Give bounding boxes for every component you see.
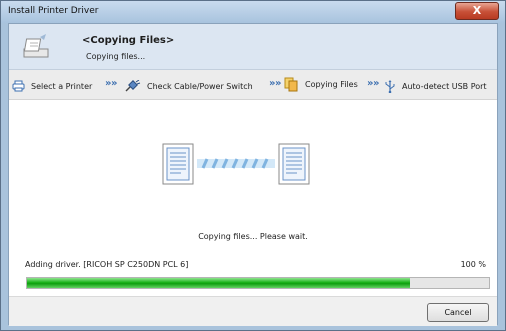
- step-label: Select a Printer: [31, 81, 93, 91]
- step-auto-detect-usb: Auto-detect USB Port: [384, 79, 487, 93]
- dialog-client-area: <Copying Files> Copying files... Select …: [8, 23, 498, 326]
- installer-window: Install Printer Driver X <Copying Files>…: [0, 0, 506, 331]
- header-title: <Copying Files>: [82, 35, 175, 46]
- file-copy-animation: [162, 143, 310, 185]
- cancel-button[interactable]: Cancel: [427, 303, 489, 322]
- close-button[interactable]: X: [455, 2, 499, 20]
- step-label: Copying Files: [305, 79, 358, 89]
- step-separator-icon: »: [111, 78, 118, 89]
- step-label: Check Cable/Power Switch: [147, 81, 253, 91]
- cable-plug-icon: [125, 80, 141, 92]
- step-header: <Copying Files> Copying files...: [9, 24, 497, 70]
- window-title: Install Printer Driver: [8, 6, 99, 16]
- progress-percent: 100 %: [460, 260, 486, 269]
- step-copying-files: Copying Files: [284, 77, 358, 91]
- dialog-footer: Cancel: [9, 296, 497, 326]
- step-label: Auto-detect USB Port: [402, 81, 487, 91]
- copy-files-icon: [284, 77, 298, 91]
- wizard-steps: Select a Printer » » Check Cable/Power S…: [9, 70, 497, 100]
- status-message: Copying files... Please wait.: [198, 232, 308, 241]
- header-subtitle: Copying files...: [86, 52, 146, 61]
- source-document-icon: [162, 143, 194, 185]
- step-separator-icon: »: [275, 78, 282, 89]
- step-separator-icon: »: [269, 78, 276, 89]
- printer-icon: [12, 80, 25, 92]
- progress-bar: [26, 277, 490, 289]
- step-separator-icon: »: [105, 78, 112, 89]
- title-bar[interactable]: Install Printer Driver X: [1, 1, 505, 23]
- step-select-printer: Select a Printer: [12, 79, 92, 93]
- transfer-stream-icon: [197, 158, 275, 169]
- step-check-cable: Check Cable/Power Switch: [125, 79, 253, 93]
- step-separator-icon: »: [373, 78, 380, 89]
- progress-label: Adding driver. [RICOH SP C250DN PCL 6]: [25, 260, 189, 269]
- installer-icon: [23, 34, 49, 58]
- step-separator-icon: »: [367, 78, 374, 89]
- destination-document-icon: [278, 143, 310, 185]
- usb-icon: [385, 79, 395, 93]
- progress-fill: [27, 278, 411, 288]
